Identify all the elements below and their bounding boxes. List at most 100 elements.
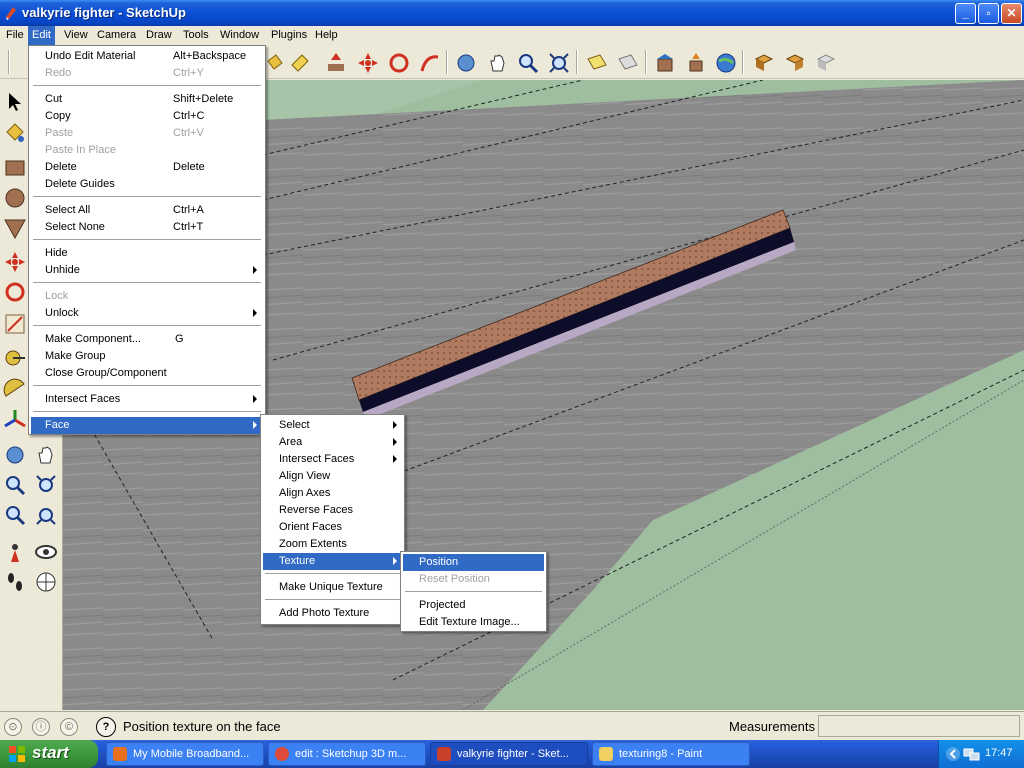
texture-item-edit-texture-image[interactable]: Edit Texture Image... bbox=[403, 614, 544, 631]
component-options-icon[interactable] bbox=[814, 51, 838, 75]
face-item-reverse-faces[interactable]: Reverse Faces bbox=[263, 502, 402, 519]
menu-item-intersect-faces[interactable]: Intersect Faces bbox=[31, 391, 263, 408]
menu-separator bbox=[33, 385, 261, 386]
pan-hand-icon[interactable] bbox=[486, 51, 510, 75]
look-around-icon[interactable] bbox=[34, 540, 58, 564]
paint-bucket-icon[interactable] bbox=[3, 120, 27, 144]
select-arrow-icon[interactable] bbox=[3, 90, 27, 114]
menu-plugins[interactable]: Plugins bbox=[267, 26, 311, 45]
zoom-extents-icon[interactable] bbox=[34, 503, 58, 527]
zoom-extents-icon[interactable] bbox=[547, 51, 571, 75]
geo-location-icon[interactable]: ⊙ bbox=[4, 718, 22, 736]
menu-item-undo[interactable]: Undo Edit Material Alt+Backspace bbox=[31, 48, 263, 65]
network-icon[interactable] bbox=[963, 746, 981, 762]
zoom-icon[interactable] bbox=[3, 473, 27, 497]
measurements-input[interactable] bbox=[818, 715, 1020, 737]
menu-separator bbox=[265, 599, 400, 600]
menu-bar: File Edit View Camera Draw Tools Window … bbox=[0, 26, 1024, 45]
menu-file[interactable]: File bbox=[2, 26, 28, 45]
move-icon[interactable] bbox=[356, 51, 380, 75]
start-button[interactable]: start bbox=[0, 740, 98, 768]
previous-view-icon[interactable] bbox=[3, 503, 27, 527]
rectangle-icon[interactable] bbox=[3, 156, 27, 180]
face-item-align-view[interactable]: Align View bbox=[263, 468, 402, 485]
chrome-icon bbox=[275, 747, 289, 761]
menu-edit[interactable]: Edit bbox=[28, 26, 55, 45]
task-chrome[interactable]: edit : Sketchup 3D m... bbox=[268, 742, 426, 766]
menu-window[interactable]: Window bbox=[216, 26, 263, 45]
face-item-orient-faces[interactable]: Orient Faces bbox=[263, 519, 402, 536]
task-paint[interactable]: texturing8 - Paint bbox=[592, 742, 750, 766]
menu-draw[interactable]: Draw bbox=[142, 26, 176, 45]
face-item-zoom-extents[interactable]: Zoom Extents bbox=[263, 536, 402, 553]
pan-hand-icon[interactable] bbox=[34, 443, 58, 467]
menu-view[interactable]: View bbox=[60, 26, 92, 45]
tray-collapse-icon[interactable] bbox=[945, 746, 961, 762]
menu-item-delete-guides[interactable]: Delete Guides bbox=[31, 176, 263, 193]
circle-icon[interactable] bbox=[3, 186, 27, 210]
menu-item-cut[interactable]: Cut Shift+Delete bbox=[31, 91, 263, 108]
section-plane-icon[interactable] bbox=[585, 51, 609, 75]
face-item-make-unique-texture[interactable]: Make Unique Texture bbox=[263, 579, 402, 596]
toolbar-separator bbox=[645, 50, 647, 74]
move-icon[interactable] bbox=[3, 250, 27, 274]
task-firefox[interactable]: My Mobile Broadband... bbox=[106, 742, 264, 766]
orbit-icon[interactable] bbox=[454, 51, 478, 75]
face-item-intersect-faces[interactable]: Intersect Faces bbox=[263, 451, 402, 468]
close-button[interactable]: ✕ bbox=[1001, 3, 1022, 24]
texture-item-projected[interactable]: Projected bbox=[403, 597, 544, 614]
minimize-button[interactable]: _ bbox=[955, 3, 976, 24]
texture-item-position[interactable]: Position bbox=[403, 554, 544, 571]
menu-item-make-component[interactable]: Make Component... G bbox=[31, 331, 263, 348]
rotate-icon[interactable] bbox=[387, 51, 411, 75]
push-pull-icon[interactable] bbox=[324, 51, 348, 75]
tape-measure-icon[interactable] bbox=[3, 346, 27, 370]
menu-item-make-group[interactable]: Make Group bbox=[31, 348, 263, 365]
toolbar-separator bbox=[446, 50, 448, 74]
texture-submenu: Position Reset Position Projected Edit T… bbox=[400, 551, 547, 632]
sketchup-icon bbox=[437, 747, 451, 761]
menu-item-select-none[interactable]: Select None Ctrl+T bbox=[31, 219, 263, 236]
dynamic-components-icon[interactable] bbox=[783, 51, 807, 75]
face-item-select[interactable]: Select bbox=[263, 417, 402, 434]
menu-help[interactable]: Help bbox=[311, 26, 342, 45]
get-models-icon[interactable] bbox=[653, 51, 677, 75]
menu-item-hide[interactable]: Hide bbox=[31, 245, 263, 262]
submenu-arrow-icon bbox=[253, 421, 257, 429]
maximize-button[interactable]: ▫ bbox=[978, 3, 999, 24]
menu-item-unhide[interactable]: Unhide bbox=[31, 262, 263, 279]
position-camera-icon[interactable] bbox=[3, 540, 27, 564]
menu-item-close-group[interactable]: Close Group/Component bbox=[31, 365, 263, 382]
components-icon[interactable] bbox=[752, 51, 776, 75]
eraser-icon[interactable] bbox=[288, 51, 312, 75]
section-display-icon[interactable] bbox=[616, 51, 640, 75]
face-item-area[interactable]: Area bbox=[263, 434, 402, 451]
user-icon[interactable]: © bbox=[60, 718, 78, 736]
walk-icon[interactable] bbox=[3, 570, 27, 594]
protractor-icon[interactable] bbox=[3, 376, 27, 400]
zoom-icon[interactable] bbox=[516, 51, 540, 75]
google-earth-icon[interactable] bbox=[714, 51, 738, 75]
scale-icon[interactable] bbox=[3, 312, 27, 336]
face-item-add-photo-texture[interactable]: Add Photo Texture bbox=[263, 605, 402, 622]
face-item-align-axes[interactable]: Align Axes bbox=[263, 485, 402, 502]
orbit-icon[interactable] bbox=[3, 443, 27, 467]
menu-item-delete[interactable]: Delete Delete bbox=[31, 159, 263, 176]
follow-me-icon[interactable] bbox=[418, 51, 442, 75]
credits-icon[interactable]: ⓘ bbox=[32, 718, 50, 736]
menu-item-copy[interactable]: Copy Ctrl+C bbox=[31, 108, 263, 125]
menu-item-face[interactable]: Face bbox=[31, 417, 263, 434]
rotate-icon[interactable] bbox=[3, 280, 27, 304]
share-model-icon[interactable] bbox=[684, 51, 708, 75]
menu-item-unlock[interactable]: Unlock bbox=[31, 305, 263, 322]
axes-icon[interactable] bbox=[3, 408, 27, 432]
menu-item-select-all[interactable]: Select All Ctrl+A bbox=[31, 202, 263, 219]
menu-camera[interactable]: Camera bbox=[93, 26, 140, 45]
polygon-icon[interactable] bbox=[3, 216, 27, 240]
zoom-window-icon[interactable] bbox=[34, 473, 58, 497]
help-icon[interactable]: ? bbox=[96, 717, 116, 737]
section-plane-icon[interactable] bbox=[34, 570, 58, 594]
menu-tools[interactable]: Tools bbox=[179, 26, 213, 45]
face-item-texture[interactable]: Texture bbox=[263, 553, 402, 570]
task-sketchup[interactable]: valkyrie fighter - Sket... bbox=[430, 742, 588, 766]
